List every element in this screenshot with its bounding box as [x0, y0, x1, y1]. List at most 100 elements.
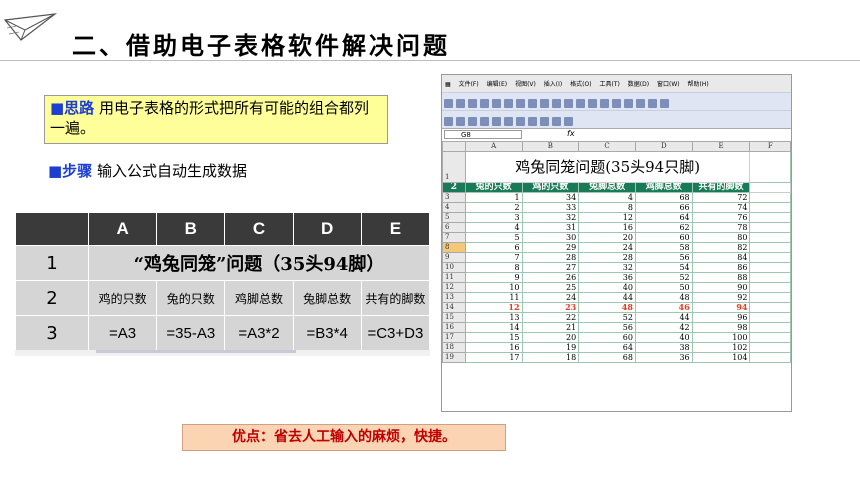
sheet-header-cell[interactable]: 兔脚总数	[578, 182, 636, 193]
sheet-cell[interactable]	[749, 312, 791, 323]
sheet-cell[interactable]: 84	[691, 252, 751, 263]
sheet-cell[interactable]: 80	[691, 232, 751, 243]
new-icon[interactable]	[444, 99, 453, 108]
sheet-cell[interactable]: 28	[578, 252, 636, 263]
sheet-cell[interactable]: 74	[691, 202, 751, 213]
sheet-cell[interactable]: 14	[464, 322, 523, 333]
row-header[interactable]: 17	[442, 332, 466, 343]
menu-file[interactable]: 文件(F)	[459, 79, 479, 88]
sheet-cell[interactable]: 76	[691, 212, 751, 223]
sheet-cell[interactable]: 100	[691, 332, 751, 343]
track-icon[interactable]	[504, 117, 513, 126]
sheet-cell[interactable]: 92	[691, 292, 751, 303]
sheet-cell[interactable]	[749, 332, 791, 343]
open-icon[interactable]	[456, 99, 465, 108]
format-painter-icon[interactable]	[576, 99, 585, 108]
sheet-cell[interactable]: 32	[521, 212, 580, 223]
sheet-cell[interactable]	[749, 322, 791, 333]
permission-icon[interactable]	[480, 99, 489, 108]
copy-icon[interactable]	[552, 99, 561, 108]
markup-icon[interactable]	[540, 117, 549, 126]
sheet-cell[interactable]	[749, 192, 791, 203]
sheet-cell[interactable]: 24	[521, 292, 580, 303]
sheet-cell[interactable]: 21	[521, 322, 580, 333]
sheet-cell[interactable]: 48	[578, 302, 636, 313]
sheet-header-cell[interactable]: 鸡脚总数	[634, 182, 693, 193]
row-header[interactable]: 10	[442, 262, 466, 273]
column-header[interactable]: F	[749, 141, 791, 152]
sheet-cell[interactable]	[749, 232, 791, 243]
row-header[interactable]: 7	[442, 232, 466, 243]
comment-icon[interactable]	[456, 117, 465, 126]
sheet-cell[interactable]	[749, 212, 791, 223]
column-header[interactable]: B	[521, 141, 580, 152]
redo-icon[interactable]	[600, 99, 609, 108]
sheet-cell[interactable]: 8	[464, 262, 523, 273]
sheet-cell[interactable]	[749, 182, 791, 193]
sheet-cell[interactable]: 58	[634, 242, 693, 253]
sheet-cell[interactable]	[749, 262, 791, 273]
cut-icon[interactable]	[540, 99, 549, 108]
sheet-cell[interactable]: 104	[691, 352, 751, 363]
sheet-header-cell[interactable]: 兔的只数	[464, 182, 523, 193]
sheet-cell[interactable]: 16	[578, 222, 636, 233]
sheet-cell[interactable]: 42	[634, 322, 693, 333]
sheet-cell[interactable]: 52	[578, 312, 636, 323]
save-icon[interactable]	[468, 99, 477, 108]
sheet-cell[interactable]: 4	[464, 222, 523, 233]
show-icon[interactable]	[492, 117, 501, 126]
prev-icon[interactable]	[468, 117, 477, 126]
sheet-cell[interactable]: 5	[464, 232, 523, 243]
reply-icon[interactable]	[444, 117, 453, 126]
sheet-cell[interactable]: 52	[634, 272, 693, 283]
sheet-cell[interactable]: 40	[634, 332, 693, 343]
row-header[interactable]: 18	[442, 342, 466, 353]
sort-asc-icon[interactable]	[636, 99, 645, 108]
sheet-cell[interactable]	[749, 352, 791, 363]
sheet-cell[interactable]: 6	[464, 242, 523, 253]
row-header[interactable]: 15	[442, 312, 466, 323]
sheet-cell[interactable]: 24	[578, 242, 636, 253]
name-box[interactable]: G8	[444, 130, 522, 139]
sheet-cell[interactable]	[749, 282, 791, 293]
undo-icon[interactable]	[588, 99, 597, 108]
sheet-cell[interactable]: 11	[464, 292, 523, 303]
spell-icon[interactable]	[516, 99, 525, 108]
sheet-cell[interactable]: 20	[578, 232, 636, 243]
sheet-title-cell[interactable]: 鸡兔同笼问题(35头94只脚)	[464, 151, 751, 183]
select-all-cell[interactable]	[442, 141, 466, 152]
sheet-cell[interactable]: 64	[634, 212, 693, 223]
column-header[interactable]: C	[578, 141, 636, 152]
research-icon[interactable]	[528, 99, 537, 108]
sheet-cell[interactable]: 12	[578, 212, 636, 223]
next-icon[interactable]	[480, 117, 489, 126]
sheet-cell[interactable]: 44	[578, 292, 636, 303]
sheet-cell[interactable]: 31	[521, 222, 580, 233]
column-header[interactable]: A	[464, 141, 523, 152]
sheet-cell[interactable]: 46	[634, 302, 693, 313]
sheet-cell[interactable]	[749, 302, 791, 313]
sheet-cell[interactable]: 88	[691, 272, 751, 283]
row-header[interactable]: 6	[442, 222, 466, 233]
sheet-cell[interactable]: 68	[634, 192, 693, 203]
menu-edit[interactable]: 编辑(E)	[487, 79, 507, 88]
sheet-cell[interactable]: 56	[578, 322, 636, 333]
column-header[interactable]: E	[691, 141, 751, 152]
sheet-cell[interactable]: 86	[691, 262, 751, 273]
sheet-cell[interactable]: 26	[521, 272, 580, 283]
sheet-cell[interactable]: 32	[578, 262, 636, 273]
sheet-cell[interactable]: 18	[521, 352, 580, 363]
sheet-cell[interactable]: 64	[578, 342, 636, 353]
sheet-cell[interactable]: 66	[634, 202, 693, 213]
sheet-cell[interactable]: 15	[464, 332, 523, 343]
sheet-cell[interactable]: 60	[634, 232, 693, 243]
sheet-cell[interactable]: 2	[464, 202, 523, 213]
sheet-header-cell[interactable]: 鸡的只数	[521, 182, 580, 193]
sheet-cell[interactable]: 54	[634, 262, 693, 273]
sheet-cell[interactable]	[749, 252, 791, 263]
row-header[interactable]: 14	[442, 302, 466, 313]
sheet-cell[interactable]: 20	[521, 332, 580, 343]
sheet-cell[interactable]: 102	[691, 342, 751, 353]
reject-icon[interactable]	[528, 117, 537, 126]
sheet-cell[interactable]: 4	[578, 192, 636, 203]
